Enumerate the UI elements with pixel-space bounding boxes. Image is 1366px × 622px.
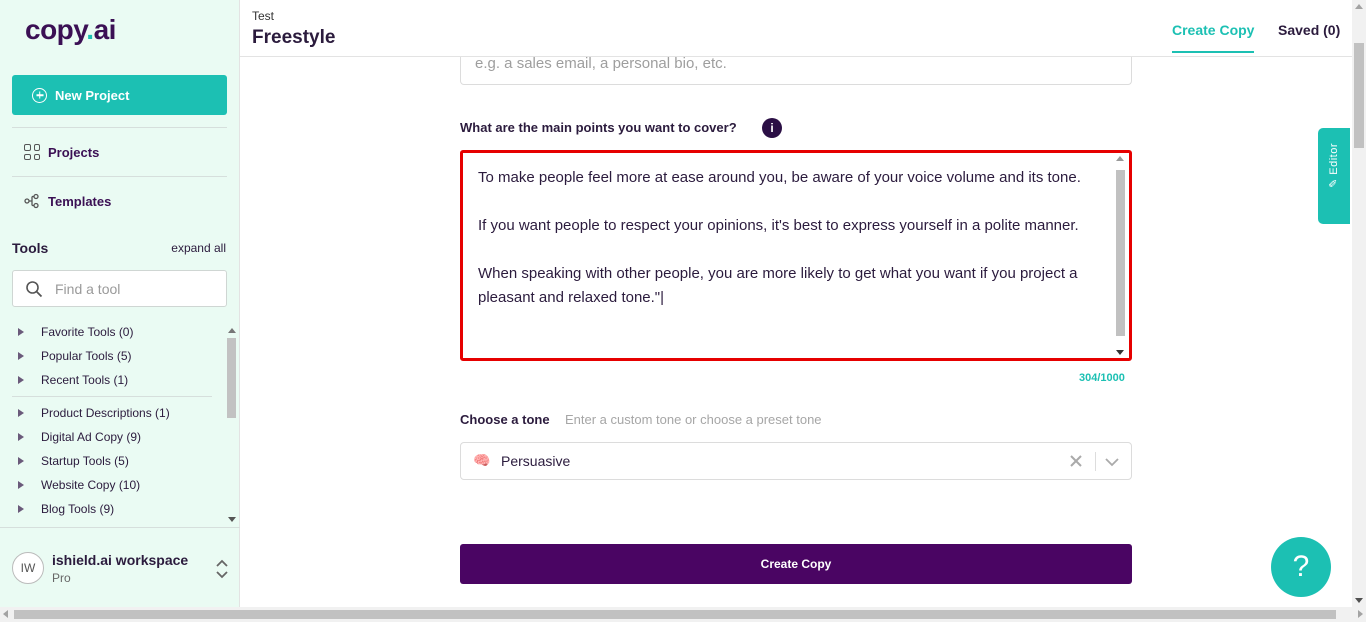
paragraph [478, 238, 1098, 262]
create-copy-button[interactable]: Create Copy [460, 544, 1132, 584]
workspace-name: ishield.ai workspace [52, 552, 189, 568]
tool-list: Favorite Tools (0) Popular Tools (5) Rec… [12, 320, 227, 525]
tool-group-label: Blog Tools (9) [41, 502, 115, 516]
tool-group-popular[interactable]: Popular Tools (5) [18, 349, 132, 363]
tool-group-digital-ad-copy[interactable]: Digital Ad Copy (9) [18, 430, 141, 444]
caret-right-icon [18, 433, 24, 441]
breadcrumb[interactable]: Test [252, 9, 274, 23]
main-points-textarea[interactable]: To make people feel more at ease around … [460, 150, 1132, 361]
avatar: IW [12, 552, 44, 584]
tool-group-label: Favorite Tools (0) [41, 325, 134, 339]
caret-right-icon [18, 481, 24, 489]
scroll-left-icon[interactable] [3, 610, 8, 618]
caret-right-icon [18, 457, 24, 465]
scrollbar-thumb[interactable] [1354, 43, 1364, 148]
caret-right-icon [18, 409, 24, 417]
sidebar-item-label: Templates [48, 193, 112, 209]
tool-group-label: Recent Tools (1) [41, 373, 129, 387]
scroll-right-icon[interactable] [1358, 610, 1363, 618]
main-points-text[interactable]: To make people feel more at ease around … [478, 166, 1098, 310]
divider [1095, 452, 1096, 471]
tool-group-label: Website Copy (10) [41, 478, 141, 492]
page-header: Test Freestyle Create Copy Saved (0) [240, 0, 1352, 57]
page-vertical-scrollbar[interactable] [1352, 0, 1366, 607]
expand-all-link[interactable]: expand all [171, 241, 226, 255]
tone-hint: Enter a custom tone or choose a preset t… [565, 412, 822, 427]
info-icon[interactable]: i [762, 118, 782, 138]
scroll-down-icon[interactable] [1355, 598, 1363, 603]
tone-label: Choose a tone [460, 412, 550, 427]
caret-right-icon [18, 505, 24, 513]
workspace-switcher[interactable]: IW ishield.ai workspace Pro [0, 527, 240, 607]
chevron-down-icon[interactable] [1104, 452, 1120, 472]
divider [12, 176, 227, 177]
share-nodes-icon [24, 193, 39, 209]
scroll-down-icon[interactable] [1116, 350, 1124, 355]
character-counter: 304/1000 [1079, 372, 1125, 384]
sidebar: copy.ai New Project Projects Templates T… [0, 0, 240, 607]
new-project-label: New Project [55, 87, 130, 103]
workspace-plan: Pro [52, 571, 71, 585]
search-icon [26, 280, 43, 297]
tool-list-scrollbar[interactable] [226, 326, 237, 524]
editor-tab[interactable]: ✎ Editor [1318, 128, 1350, 224]
divider [12, 396, 212, 397]
sidebar-item-projects[interactable]: Projects [24, 144, 99, 160]
tool-group-blog-tools[interactable]: Blog Tools (9) [18, 502, 114, 516]
scroll-down-icon[interactable] [228, 517, 236, 522]
tools-heading: Tools [12, 240, 49, 256]
find-tool-input[interactable] [55, 280, 205, 297]
textarea-scrollbar[interactable] [1114, 155, 1127, 356]
divider [12, 127, 227, 128]
page-title: Freestyle [252, 27, 336, 48]
paragraph [478, 190, 1098, 214]
sidebar-item-templates[interactable]: Templates [24, 193, 111, 209]
paragraph: To make people feel more at ease around … [478, 169, 1081, 186]
copyai-logo[interactable]: copy.ai [25, 14, 116, 46]
editor-label: Editor [1328, 142, 1340, 175]
scroll-up-icon[interactable] [1355, 4, 1363, 9]
paragraph: When speaking with other people, you are… [478, 265, 1078, 306]
chevron-up-down-icon[interactable] [214, 558, 230, 580]
find-tool-field[interactable] [12, 270, 227, 307]
scrollbar-thumb[interactable] [14, 610, 1336, 619]
tool-group-favorite[interactable]: Favorite Tools (0) [18, 325, 133, 339]
tool-group-product-descriptions[interactable]: Product Descriptions (1) [18, 406, 170, 420]
scroll-up-icon[interactable] [1116, 156, 1124, 161]
tool-group-recent[interactable]: Recent Tools (1) [18, 373, 128, 387]
new-project-button[interactable]: New Project [12, 75, 227, 115]
description-input[interactable]: e.g. a sales email, a personal bio, etc. [460, 55, 1132, 85]
help-button[interactable]: ? [1271, 537, 1331, 597]
caret-right-icon [18, 328, 24, 336]
grid-icon [24, 144, 40, 160]
main-points-label: What are the main points you want to cov… [460, 120, 737, 135]
editor-tab-label: ✎ Editor [1327, 143, 1340, 188]
pencil-icon: ✎ [1328, 178, 1340, 188]
tool-group-label: Startup Tools (5) [41, 454, 129, 468]
tone-value: Persuasive [501, 453, 571, 469]
tool-group-label: Popular Tools (5) [41, 349, 132, 363]
tab-create-copy[interactable]: Create Copy [1172, 22, 1255, 53]
page-horizontal-scrollbar[interactable] [0, 607, 1366, 622]
tool-group-label: Digital Ad Copy (9) [41, 430, 142, 444]
scrollbar-thumb[interactable] [1116, 170, 1125, 336]
tool-group-website-copy[interactable]: Website Copy (10) [18, 478, 140, 492]
caret-right-icon [18, 376, 24, 384]
paragraph: If you want people to respect your opini… [478, 217, 1079, 234]
brain-icon: 🧠 [473, 452, 491, 468]
scroll-up-icon[interactable] [228, 328, 236, 333]
sidebar-item-label: Projects [48, 144, 100, 160]
clear-icon[interactable] [1069, 451, 1083, 471]
tab-saved[interactable]: Saved (0) [1278, 22, 1340, 38]
tool-group-startup-tools[interactable]: Startup Tools (5) [18, 454, 129, 468]
tone-select[interactable]: 🧠 Persuasive [460, 442, 1132, 480]
scrollbar-thumb[interactable] [227, 338, 236, 418]
tool-group-label: Product Descriptions (1) [41, 406, 170, 420]
caret-right-icon [18, 352, 24, 360]
plus-circle-icon [32, 87, 47, 103]
